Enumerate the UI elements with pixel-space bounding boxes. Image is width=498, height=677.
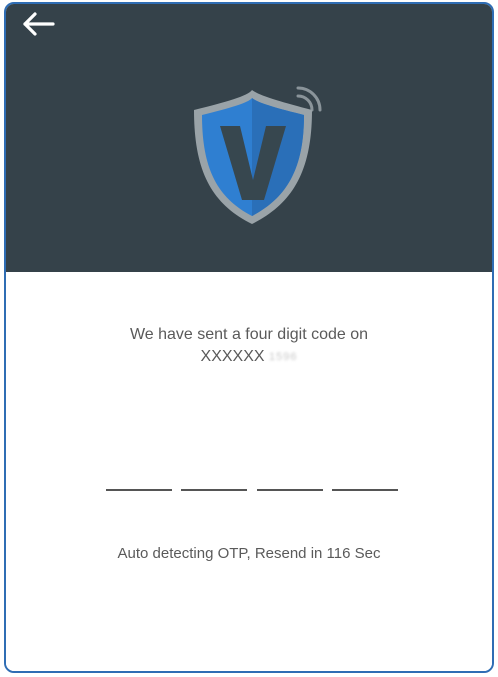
otp-input-row — [106, 477, 398, 491]
app-frame: We have sent a four digit code on XXXXXX… — [4, 2, 494, 673]
otp-digit-1[interactable] — [106, 477, 172, 491]
app-logo — [186, 82, 326, 232]
back-button[interactable] — [18, 10, 58, 42]
header — [6, 4, 492, 272]
status-prefix: Auto detecting OTP, Resend in — [117, 545, 327, 562]
phone-suffix-blurred: 1596 — [269, 351, 298, 363]
otp-digit-4[interactable] — [331, 477, 398, 491]
auto-detect-status: Auto detecting OTP, Resend in 116 Sec — [6, 545, 492, 562]
otp-digit-2[interactable] — [181, 477, 248, 491]
otp-content: We have sent a four digit code on XXXXXX… — [6, 272, 492, 671]
otp-digit-3[interactable] — [256, 477, 323, 491]
otp-message-line1: We have sent a four digit code on — [129, 326, 369, 343]
arrow-left-icon — [21, 11, 55, 42]
resend-countdown: 116 — [326, 545, 351, 562]
status-suffix: Sec — [350, 545, 381, 562]
shield-v-wireless-icon — [194, 86, 322, 224]
phone-mask: XXXXXX — [200, 348, 265, 366]
otp-message-line2: XXXXXX 1596 — [6, 346, 492, 368]
otp-message: We have sent a four digit code on XXXXXX… — [6, 324, 492, 368]
